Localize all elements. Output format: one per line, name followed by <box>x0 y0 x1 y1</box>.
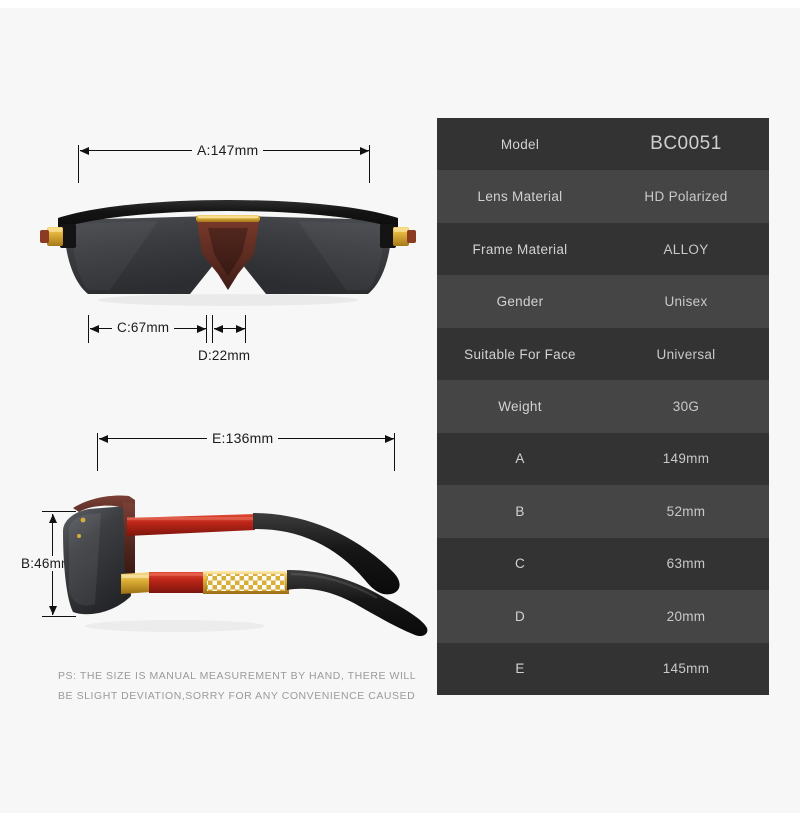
spec-row-gender: Gender Unisex <box>437 275 769 328</box>
spec-row-e: E 145mm <box>437 642 769 695</box>
spec-key-b: B <box>515 503 525 519</box>
dimension-d-arrow-right <box>236 324 245 333</box>
dimension-e-label: E:136mm <box>207 430 279 446</box>
spec-value-a: 149mm <box>662 451 710 467</box>
spec-row-a: A 149mm <box>437 432 769 486</box>
dimension-d-label: D:22mm <box>193 348 256 363</box>
dimension-c-arrow-right <box>197 324 206 333</box>
spec-value-c: 63mm <box>666 556 706 572</box>
spec-value-model: BC0051 <box>650 133 722 155</box>
spec-row-d: D 20mm <box>437 590 769 643</box>
spec-row-suitable-for-face: Suitable For Face Universal <box>437 327 769 381</box>
dimension-c-tick-right <box>206 315 208 343</box>
spec-key-weight: Weight <box>498 398 542 414</box>
dimension-c-arrow-left <box>90 324 99 333</box>
dimension-a-tick-right <box>369 145 371 183</box>
spec-row-weight: Weight 30G <box>437 380 769 433</box>
spec-key-d: D <box>514 608 526 624</box>
dimension-d-arrow-left <box>214 324 223 333</box>
dimension-e-tick-right <box>394 433 396 471</box>
dimension-a-arrow-left <box>80 146 89 155</box>
dimension-e-arrow-left <box>99 434 108 443</box>
dimension-d-tick-right <box>245 315 247 343</box>
spec-key-e: E <box>515 661 525 677</box>
spec-key-gender: Gender <box>496 294 544 310</box>
dimension-a-arrow-right <box>360 146 369 155</box>
spec-key-frame-material: Frame Material <box>472 241 568 257</box>
top-white-strip <box>0 0 800 8</box>
spec-key-a: A <box>515 451 525 467</box>
spec-value-frame-material: ALLOY <box>663 241 709 257</box>
disclaimer-line-1: PS: THE SIZE IS MANUAL MEASUREMENT BY HA… <box>58 670 417 682</box>
measurement-disclaimer: PS: THE SIZE IS MANUAL MEASUREMENT BY HA… <box>58 666 438 706</box>
spec-row-lens-material: Lens Material HD Polarized <box>437 170 769 223</box>
diagram-column: A:147mm C:67mm D:22mm E:136mm B:46mm PS:… <box>0 8 437 813</box>
spec-value-b: 52mm <box>666 503 706 519</box>
product-spec-page: A:147mm C:67mm D:22mm E:136mm B:46mm PS:… <box>0 0 800 813</box>
disclaimer-line-2: BE SLIGHT DEVIATION,SORRY FOR ANY CONVEN… <box>58 690 416 702</box>
spec-row-b: B 52mm <box>437 485 769 538</box>
dimension-a-label: A:147mm <box>192 142 264 158</box>
spec-key-suitable-for-face: Suitable For Face <box>464 346 576 362</box>
spec-value-gender: Unisex <box>664 294 708 310</box>
sunglasses-front-view <box>38 198 418 313</box>
spec-key-c: C <box>514 556 526 572</box>
spec-key-lens-material: Lens Material <box>477 189 563 205</box>
specification-table: Model BC0051 Lens Material HD Polarized … <box>437 118 769 695</box>
spec-row-frame-material: Frame Material ALLOY <box>437 222 769 276</box>
spec-value-weight: 30G <box>672 398 700 414</box>
dimension-e-arrow-right <box>385 434 394 443</box>
spec-value-lens-material: HD Polarized <box>644 189 728 205</box>
sunglasses-side-view <box>55 486 430 641</box>
spec-key-model: Model <box>500 136 540 152</box>
spec-value-d: 20mm <box>666 608 706 624</box>
spec-value-suitable-for-face: Universal <box>656 346 716 362</box>
spec-row-c: C 63mm <box>437 537 769 591</box>
dimension-c-label: C:67mm <box>112 320 175 335</box>
spec-row-model: Model BC0051 <box>437 118 769 171</box>
spec-value-e: 145mm <box>662 661 710 677</box>
